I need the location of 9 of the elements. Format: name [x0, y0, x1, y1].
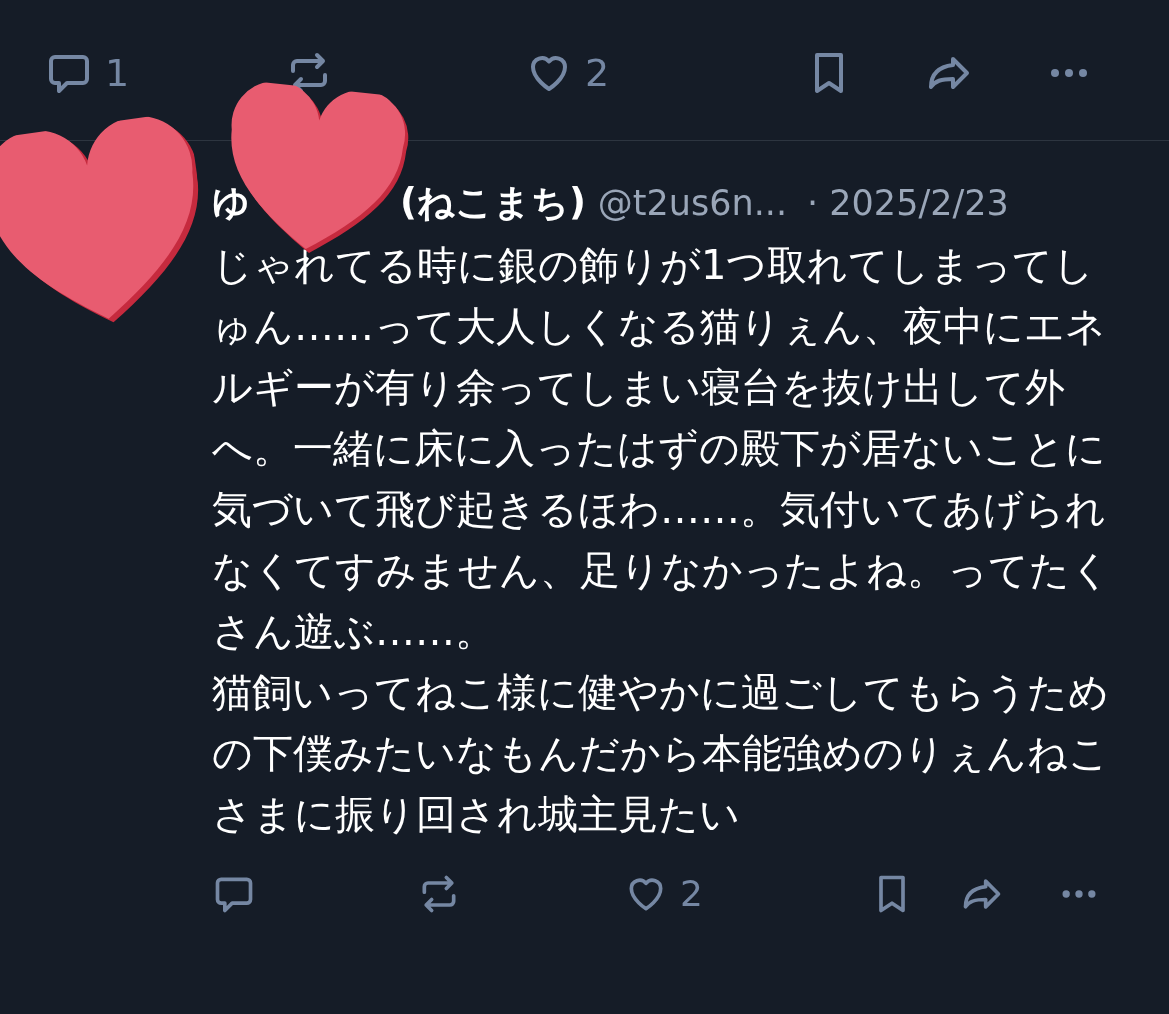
user-handle: @t2us6n...: [597, 182, 788, 225]
action-count: 1: [105, 49, 130, 97]
user-name: ゆ: [212, 180, 250, 226]
action-count: 2: [680, 871, 703, 916]
reply-text: 猫飼いってねこ様に健やかに過ごしてもらうための下僕みたいなもんだから本能強めのりぇんねこさまに振り回され城主見たい: [212, 667, 1110, 839]
action-count: 2: [585, 49, 610, 97]
post-date: · 2025/2/23: [807, 182, 1009, 225]
reply-text: じゃれてる時に銀の飾りが1つ取れてしまってしゅん……って大人しくなる猫りぇん、夜中にエネルギーが有り余ってしまい寝台を抜け出して外へ。一緒に床に入ったはずの殿下が居ないことに気づいて飛び起きるほわ……。気付いてあげられなくてすみません、足りなかったよね。ってたくさん遊ぶ……。: [212, 240, 1112, 656]
user-name: (ねこまち): [400, 180, 586, 226]
